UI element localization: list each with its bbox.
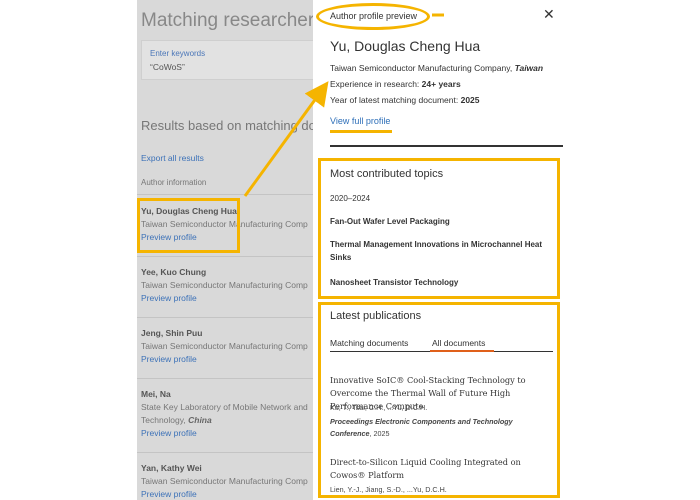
highlight-arrow [243,13,444,197]
